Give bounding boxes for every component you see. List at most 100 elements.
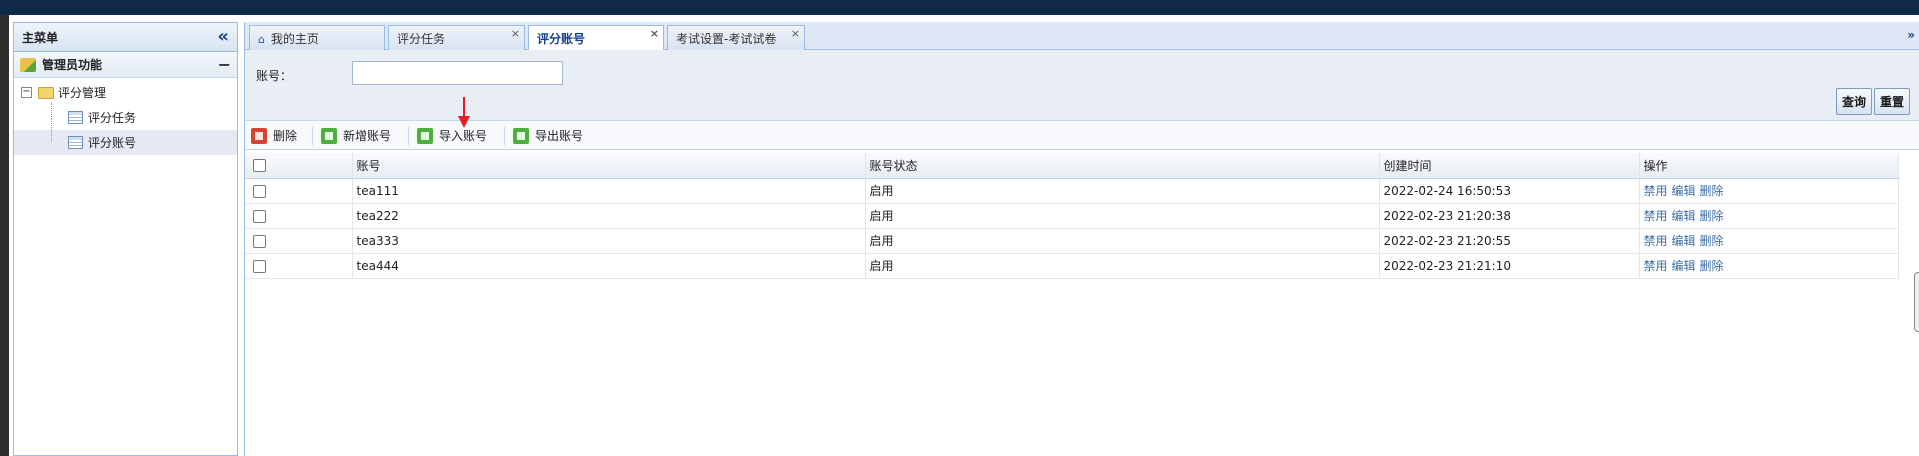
left-edge-strip [0, 15, 9, 456]
import-account-button[interactable]: 导入账号 [417, 127, 487, 144]
delete-button[interactable]: 删除 [251, 127, 297, 144]
select-all-cell[interactable] [245, 153, 353, 179]
delete-link[interactable]: 删除 [1700, 259, 1724, 273]
tab-scroll-icon[interactable]: » [1907, 28, 1915, 42]
query-button[interactable]: 查询 [1836, 88, 1873, 115]
column-header-status[interactable]: 账号状态 [865, 153, 1380, 179]
add-icon [321, 127, 337, 144]
toolbar-divider [312, 127, 313, 145]
export-account-button[interactable]: 导出账号 [513, 127, 583, 144]
reset-button[interactable]: 重置 [1874, 88, 1911, 115]
created-cell: 2022-02-24 16:50:53 [1379, 178, 1640, 204]
disable-link[interactable]: 禁用 [1644, 259, 1668, 273]
collapse-section-icon[interactable]: − [218, 55, 231, 74]
tree-item-label: 评分任务 [88, 111, 137, 125]
toolbar-divider [408, 127, 409, 145]
table-row[interactable]: tea111 启用 2022-02-24 16:50:53 禁用 编辑 删除 [245, 178, 1899, 204]
edit-link[interactable]: 编辑 [1672, 184, 1696, 198]
account-search-input[interactable] [352, 61, 563, 85]
import-label: 导入账号 [439, 129, 488, 143]
delete-icon [251, 127, 267, 144]
close-icon[interactable]: × [650, 27, 659, 40]
table-icon [68, 136, 83, 149]
tab-score-accounts[interactable]: 评分账号 × [528, 25, 664, 51]
status-cell: 启用 [865, 253, 1380, 279]
sidebar-section-admin[interactable]: 管理员功能 − [14, 52, 237, 78]
tree-node-score-management[interactable]: − 评分管理 [14, 80, 237, 105]
add-label: 新增账号 [343, 129, 392, 143]
sidebar-section-title: 管理员功能 [42, 58, 103, 72]
collapse-sidebar-icon[interactable]: « [217, 28, 229, 46]
tree-item-score-tasks[interactable]: 评分任务 [14, 103, 237, 130]
actions-cell: 禁用 编辑 删除 [1639, 203, 1899, 229]
select-all-checkbox[interactable] [253, 159, 266, 173]
disable-link[interactable]: 禁用 [1644, 184, 1668, 198]
status-cell: 启用 [865, 178, 1380, 204]
main-panel: ⌂ 我的主页 评分任务 × 评分账号 × 考试设置-考试试卷 × » 账号： 查… [244, 22, 1919, 456]
tab-label: 评分任务 [397, 32, 446, 46]
sidebar: 主菜单 « 管理员功能 − − 评分管理 评分任务 评分账号 [13, 22, 238, 456]
toolbar-divider [504, 127, 505, 145]
tab-label: 考试设置-考试试卷 [676, 32, 777, 46]
disable-link[interactable]: 禁用 [1644, 209, 1668, 223]
sidebar-title: 主菜单 [22, 30, 59, 45]
status-cell: 启用 [865, 203, 1380, 229]
account-cell: tea222 [352, 203, 866, 229]
row-checkbox[interactable] [253, 209, 266, 223]
tree-expander-icon[interactable]: − [21, 87, 32, 98]
edit-link[interactable]: 编辑 [1672, 259, 1696, 273]
row-checkbox[interactable] [253, 259, 266, 273]
top-banner [0, 0, 1919, 15]
tree-connector [51, 103, 52, 117]
account-cell: tea111 [352, 178, 866, 204]
tab-home[interactable]: ⌂ 我的主页 [249, 25, 385, 50]
row-select-cell[interactable] [245, 253, 353, 279]
row-checkbox[interactable] [253, 234, 266, 248]
disable-link[interactable]: 禁用 [1644, 234, 1668, 248]
table-row[interactable]: tea444 启用 2022-02-23 21:21:10 禁用 编辑 删除 [245, 253, 1899, 279]
column-header-actions: 操作 [1639, 153, 1899, 179]
tree-item-label: 评分账号 [88, 136, 137, 150]
accounts-table: 账号 账号状态 创建时间 操作 tea111 启用 2022-02-24 16:… [245, 153, 1899, 279]
tab-score-tasks[interactable]: 评分任务 × [388, 25, 525, 50]
row-select-cell[interactable] [245, 178, 353, 204]
tab-label: 评分账号 [537, 32, 586, 46]
delete-label: 删除 [273, 129, 298, 143]
table-header-row: 账号 账号状态 创建时间 操作 [245, 153, 1899, 179]
add-account-button[interactable]: 新增账号 [321, 127, 391, 144]
row-checkbox[interactable] [253, 184, 266, 198]
export-icon [513, 127, 529, 144]
column-header-created[interactable]: 创建时间 [1379, 153, 1640, 179]
edit-link[interactable]: 编辑 [1672, 234, 1696, 248]
delete-link[interactable]: 删除 [1700, 209, 1724, 223]
created-cell: 2022-02-23 21:20:38 [1379, 203, 1640, 229]
column-header-account[interactable]: 账号 [352, 153, 866, 179]
side-drawer-handle[interactable] [1914, 272, 1919, 332]
tree-node-label: 评分管理 [58, 86, 107, 100]
row-select-cell[interactable] [245, 228, 353, 254]
admin-folder-icon [20, 57, 36, 72]
account-cell: tea333 [352, 228, 866, 254]
close-icon[interactable]: × [791, 27, 800, 40]
tab-exam-settings[interactable]: 考试设置-考试试卷 × [667, 25, 805, 50]
status-cell: 启用 [865, 228, 1380, 254]
actions-cell: 禁用 编辑 删除 [1639, 253, 1899, 279]
menu-tree: − 评分管理 评分任务 评分账号 [14, 78, 237, 155]
account-label: 账号： [256, 69, 293, 83]
actions-cell: 禁用 编辑 删除 [1639, 178, 1899, 204]
delete-link[interactable]: 删除 [1700, 184, 1724, 198]
grid-toolbar: 删除 新增账号 导入账号 导出账号 [245, 121, 1919, 150]
edit-link[interactable]: 编辑 [1672, 209, 1696, 223]
annotation-arrow-icon [458, 116, 470, 128]
search-panel: 账号： 查询 重置 [245, 50, 1919, 121]
delete-link[interactable]: 删除 [1700, 234, 1724, 248]
home-icon: ⌂ [258, 33, 265, 46]
account-cell: tea444 [352, 253, 866, 279]
table-row[interactable]: tea222 启用 2022-02-23 21:20:38 禁用 编辑 删除 [245, 203, 1899, 229]
created-cell: 2022-02-23 21:20:55 [1379, 228, 1640, 254]
row-select-cell[interactable] [245, 203, 353, 229]
table-row[interactable]: tea333 启用 2022-02-23 21:20:55 禁用 编辑 删除 [245, 228, 1899, 254]
close-icon[interactable]: × [511, 27, 520, 40]
tree-item-score-accounts[interactable]: 评分账号 [14, 118, 237, 155]
tree-connector [51, 118, 52, 142]
